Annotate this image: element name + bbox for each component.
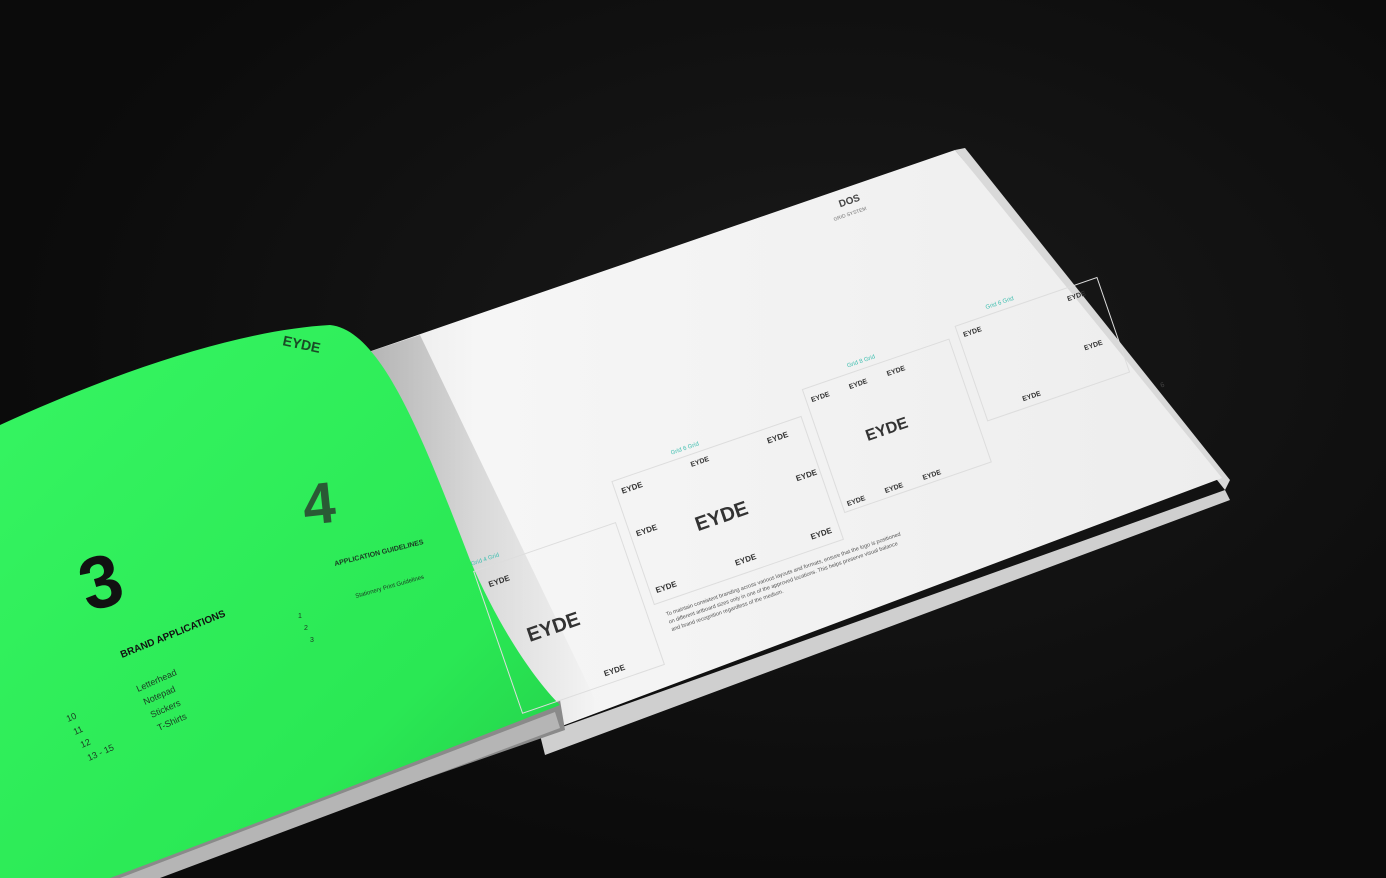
page-number: 6 <box>1160 382 1166 390</box>
section-4-number: 4 <box>300 470 339 538</box>
page-ref: 3 <box>310 637 314 644</box>
page-ref: 2 <box>304 625 308 632</box>
page-ref: 1 <box>298 613 302 620</box>
book-mockup: EYDE 3 BRAND APPLICATIONS Letterhead Not… <box>0 148 1230 878</box>
product-photo-scene: EYDE 3 BRAND APPLICATIONS Letterhead Not… <box>0 0 1386 878</box>
